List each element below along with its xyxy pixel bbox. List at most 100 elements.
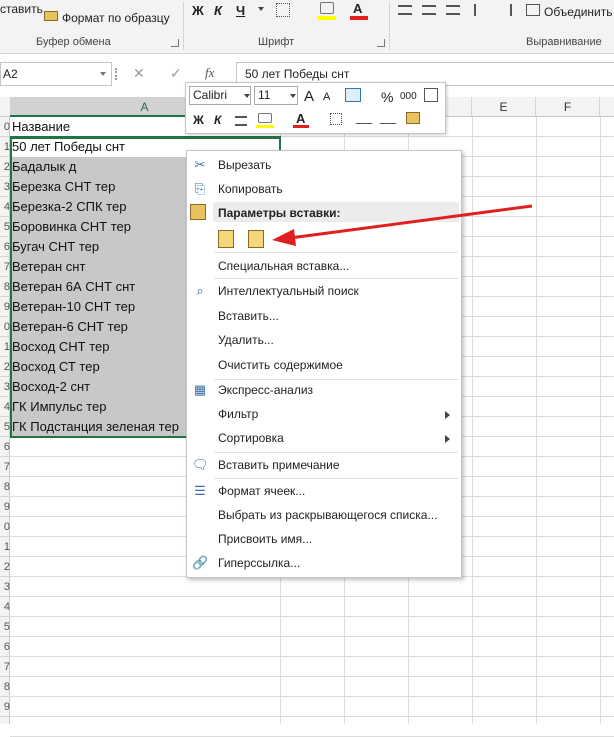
row-header[interactable]: 2 — [0, 557, 10, 577]
row-header[interactable]: 3 — [0, 177, 10, 197]
mini-format-painter-icon[interactable] — [406, 112, 420, 124]
clipboard-launcher-icon[interactable] — [171, 39, 179, 47]
row-header[interactable]: 1 — [0, 137, 10, 157]
underline-button[interactable]: Ч — [236, 3, 245, 18]
bold-button[interactable]: Ж — [192, 3, 204, 18]
row-header[interactable]: 6 — [0, 237, 10, 257]
row-header[interactable]: 7 — [0, 457, 10, 477]
row-header[interactable]: 9 — [0, 297, 10, 317]
row-header[interactable]: 2 — [0, 357, 10, 377]
mini-italic-button[interactable]: К — [214, 113, 221, 127]
merge-icon[interactable] — [526, 4, 540, 16]
cell-a8[interactable]: Ветеран снт — [12, 257, 85, 277]
row-header[interactable]: 4 — [0, 197, 10, 217]
accounting-format-icon[interactable] — [345, 88, 361, 102]
cell-a7[interactable]: Бугач СНТ тер — [12, 237, 99, 257]
cell-a14[interactable]: Восход-2 снт — [12, 377, 90, 397]
column-header-e[interactable]: E — [472, 97, 536, 117]
row-header[interactable]: 5 — [0, 417, 10, 437]
format-painter-button[interactable]: Формат по образцу — [62, 11, 170, 25]
row-header[interactable]: 4 — [0, 597, 10, 617]
table-format-icon[interactable] — [424, 88, 438, 102]
cell-a11[interactable]: Ветеран-6 СНТ тер — [12, 317, 128, 337]
mini-font-color-icon[interactable]: A — [296, 111, 305, 126]
mini-borders-icon[interactable] — [330, 113, 342, 125]
mini-fill-color-icon[interactable] — [258, 113, 272, 123]
menu-item-cut[interactable]: Вырезать — [218, 158, 271, 172]
menu-item-copy[interactable]: Копировать — [218, 182, 283, 196]
menu-item-insert-comment[interactable]: Вставить примечание — [218, 458, 340, 472]
decrease-indent-icon[interactable] — [474, 4, 488, 16]
row-header[interactable]: 9 — [0, 697, 10, 717]
row-header[interactable]: 1 — [0, 337, 10, 357]
cell-a15[interactable]: ГК Импульс тер — [12, 397, 107, 417]
row-header[interactable]: 0 — [0, 517, 10, 537]
row-header[interactable]: 3 — [0, 577, 10, 597]
cell-a6[interactable]: Боровинка СНТ тер — [12, 217, 131, 237]
cell-a16[interactable]: ГК Подстанция зеленая тер — [12, 417, 179, 437]
chevron-down-icon[interactable] — [258, 7, 264, 11]
menu-item-format-cells[interactable]: Формат ячеек... — [218, 484, 305, 498]
font-launcher-icon[interactable] — [377, 39, 385, 47]
row-header[interactable]: 1 — [0, 537, 10, 557]
menu-item-paste-special[interactable]: Специальная вставка... — [218, 259, 349, 273]
menu-item-hyperlink[interactable]: Гиперссылка... — [218, 556, 300, 570]
cell-a10[interactable]: Ветеран-10 СНТ тер — [12, 297, 135, 317]
align-center-icon[interactable] — [422, 5, 436, 15]
mini-align-center-icon[interactable] — [235, 116, 247, 126]
cell-a3[interactable]: Бадалык д — [12, 157, 76, 177]
cell-a5[interactable]: Березка-2 СПК тер — [12, 197, 126, 217]
insert-function-icon[interactable]: fx — [205, 65, 214, 81]
menu-item-pick-list[interactable]: Выбрать из раскрывающегося списка... — [218, 508, 437, 522]
paste-formulas-icon[interactable] — [218, 230, 234, 248]
row-header[interactable]: 7 — [0, 257, 10, 277]
cancel-icon[interactable]: ✕ — [133, 65, 145, 82]
row-header[interactable]: 0 — [0, 317, 10, 337]
menu-item-insert[interactable]: Вставить... — [218, 309, 279, 323]
row-header[interactable]: 6 — [0, 437, 10, 457]
row-header[interactable]: 0 — [0, 117, 10, 137]
row-header[interactable]: 5 — [0, 617, 10, 637]
italic-button[interactable]: К — [214, 3, 222, 18]
increase-decimal-icon[interactable] — [356, 114, 372, 124]
cell-a9[interactable]: Ветеран 6А СНТ снт — [12, 277, 135, 297]
decrease-decimal-icon[interactable] — [380, 114, 396, 124]
row-header[interactable]: 8 — [0, 477, 10, 497]
paste-button[interactable]: ставить — [0, 2, 43, 16]
chevron-down-icon[interactable] — [290, 94, 296, 98]
menu-item-define-name[interactable]: Присвоить имя... — [218, 532, 312, 546]
name-box[interactable]: A2 — [0, 62, 112, 86]
menu-item-delete[interactable]: Удалить... — [218, 333, 274, 347]
grow-font-button[interactable]: A — [304, 88, 314, 105]
column-header-f[interactable]: F — [536, 97, 600, 117]
row-header[interactable]: 2 — [0, 157, 10, 177]
cell-a2[interactable]: 50 лет Победы снт — [12, 137, 125, 157]
menu-item-filter[interactable]: Фильтр — [218, 407, 258, 421]
row-header[interactable]: 7 — [0, 657, 10, 677]
menu-item-sort[interactable]: Сортировка — [218, 431, 284, 445]
menu-item-clear[interactable]: Очистить содержимое — [218, 358, 343, 372]
borders-icon[interactable] — [276, 3, 290, 17]
percent-button[interactable]: % — [381, 89, 393, 105]
enter-icon[interactable]: ✓ — [170, 65, 182, 82]
align-right-icon[interactable] — [446, 5, 460, 15]
mini-font-select[interactable]: Calibri — [189, 86, 251, 105]
row-header[interactable]: 8 — [0, 677, 10, 697]
chevron-down-icon[interactable] — [100, 72, 106, 76]
increase-indent-icon[interactable] — [498, 4, 512, 16]
thousands-button[interactable]: 000 — [400, 91, 417, 102]
menu-item-smart-lookup[interactable]: Интеллектуальный поиск — [218, 284, 359, 298]
mini-bold-button[interactable]: Ж — [193, 113, 204, 127]
cell-a1[interactable]: Название — [12, 117, 70, 137]
merge-button[interactable]: Объединить — [544, 5, 613, 19]
align-left-icon[interactable] — [398, 5, 412, 15]
resize-handle[interactable] — [115, 68, 117, 80]
font-color-icon[interactable]: A — [353, 1, 362, 16]
cell-a12[interactable]: Восход СНТ тер — [12, 337, 110, 357]
cell-a4[interactable]: Березка СНТ тер — [12, 177, 115, 197]
row-header[interactable]: 6 — [0, 637, 10, 657]
menu-item-quick-analysis[interactable]: Экспресс-анализ — [218, 383, 313, 397]
row-header[interactable]: 8 — [0, 277, 10, 297]
row-header[interactable]: 9 — [0, 497, 10, 517]
cell-a13[interactable]: Восход СТ тер — [12, 357, 100, 377]
